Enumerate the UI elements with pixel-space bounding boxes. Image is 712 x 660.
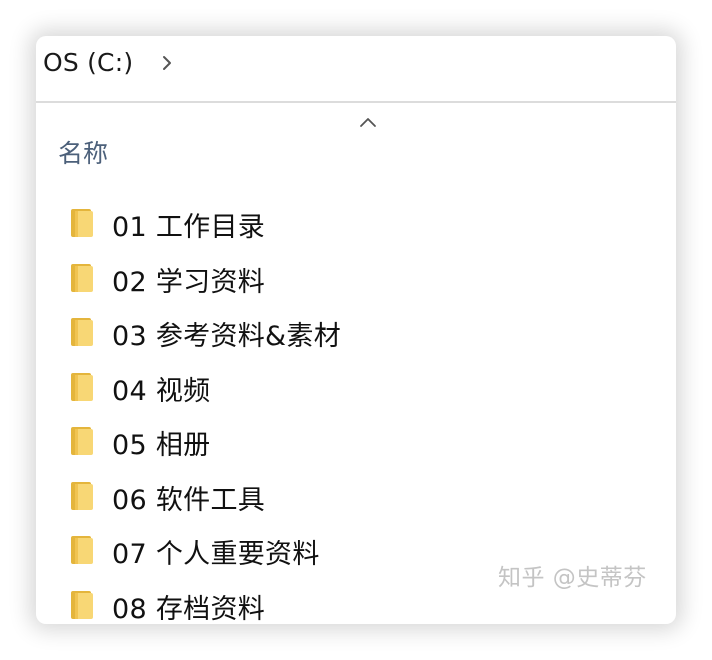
folder-name: 03 参考资料&素材 <box>112 321 341 352</box>
sort-ascending-icon <box>360 118 376 127</box>
list-item[interactable]: 05 相册 <box>36 417 676 472</box>
folder-icon <box>71 372 93 401</box>
folder-name: 01 工作目录 <box>112 212 266 243</box>
breadcrumb-item-drive[interactable]: OS (C:) <box>43 48 133 77</box>
folder-name: 02 学习资料 <box>112 266 266 298</box>
column-header-name[interactable]: 名称 <box>58 134 108 170</box>
folder-icon <box>71 263 93 292</box>
watermark-text: 知乎 @史蒂芬 <box>498 565 647 591</box>
folder-name: 04 视频 <box>112 375 211 407</box>
toolbar-divider <box>36 101 676 103</box>
folder-name: 05 相册 <box>112 430 211 461</box>
list-item[interactable]: 06 软件工具 <box>36 472 676 527</box>
list-item[interactable]: 02 学习资料 <box>36 254 676 309</box>
folder-icon <box>71 209 93 237</box>
folder-name: 06 软件工具 <box>112 484 266 516</box>
folder-icon <box>71 590 93 619</box>
folder-icon <box>71 481 93 510</box>
list-item[interactable]: 04 视频 <box>36 363 676 418</box>
list-item[interactable]: 01 工作目录 <box>36 199 676 254</box>
folder-name: 07 个人重要资料 <box>112 539 320 570</box>
folder-icon <box>71 536 93 564</box>
chevron-right-icon[interactable] <box>160 54 174 72</box>
folder-icon <box>71 318 93 346</box>
breadcrumb: OS (C:) <box>36 36 676 100</box>
folder-icon <box>71 427 93 455</box>
file-explorer-window: OS (C:) 名称 01 工作目录 02 学习资料 03 参考资料&素材 04… <box>36 36 676 624</box>
folder-name: 08 存档资料 <box>112 593 266 625</box>
list-item[interactable]: 03 参考资料&素材 <box>36 308 676 363</box>
